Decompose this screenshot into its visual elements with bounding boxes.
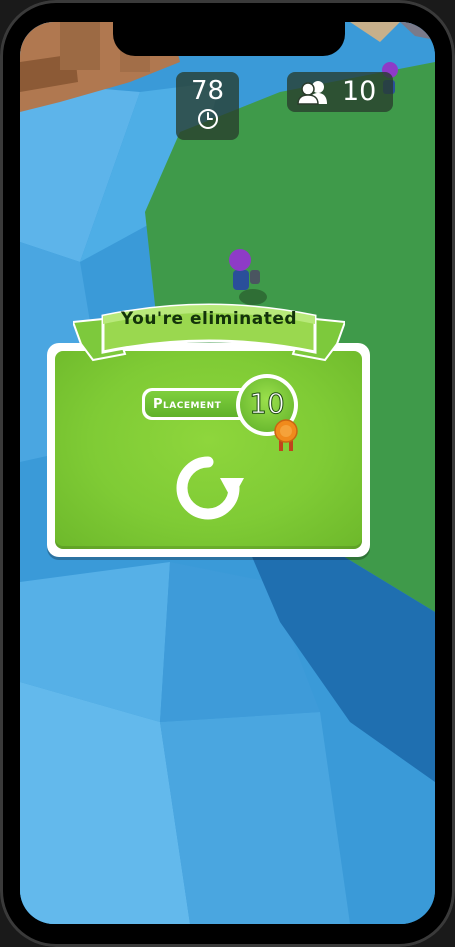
water-facet — [160, 712, 350, 924]
device-notch — [113, 22, 345, 56]
placement-value: 10 — [249, 387, 286, 420]
players-remaining: 10 — [287, 72, 393, 112]
clock-icon — [197, 109, 218, 129]
restart-button[interactable] — [168, 448, 248, 528]
timer-value: 78 — [190, 76, 225, 106]
players-icon — [297, 81, 327, 105]
dock-post — [60, 22, 100, 70]
eliminated-title: You're eliminated — [120, 309, 298, 329]
players-value: 10 — [342, 76, 377, 107]
placement-label: Placement — [153, 397, 222, 412]
medal-icon — [274, 419, 298, 451]
restart-arrowhead — [220, 478, 244, 500]
match-timer: 78 — [176, 72, 239, 140]
